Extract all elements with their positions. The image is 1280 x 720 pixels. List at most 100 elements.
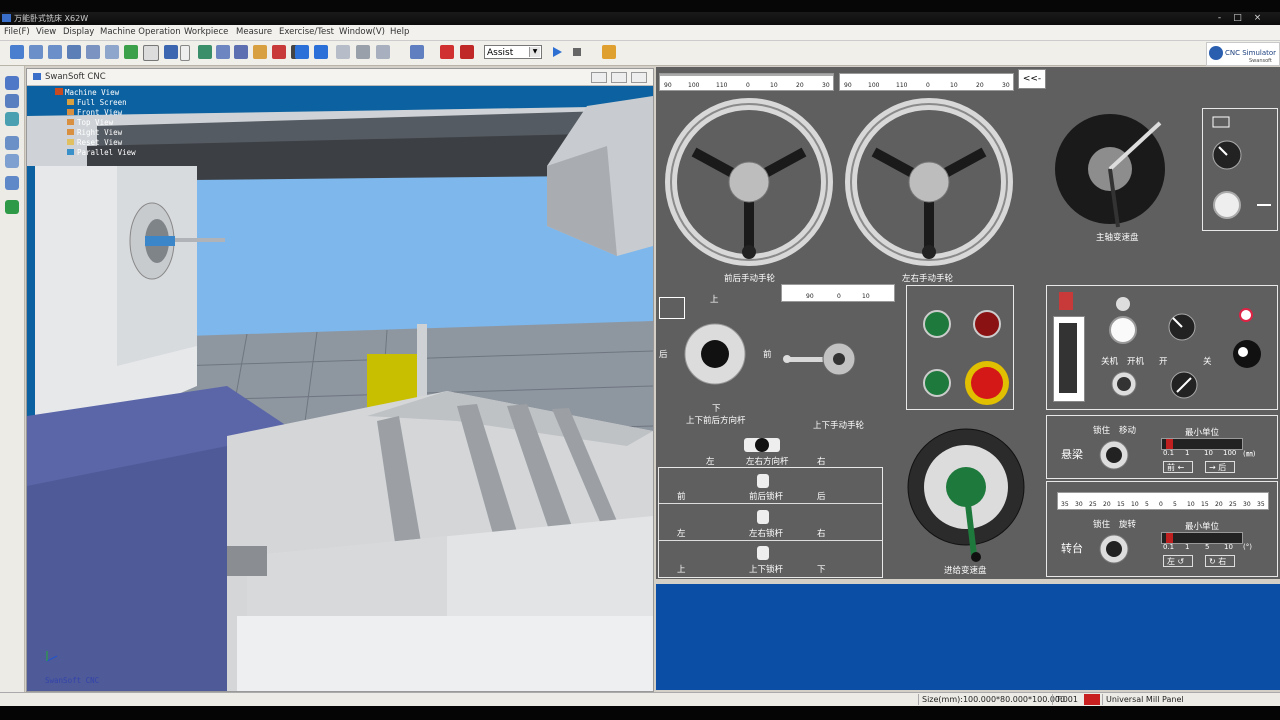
monitor-icon[interactable] [5, 136, 19, 150]
lock-row-3-switch[interactable] [757, 546, 769, 560]
menu-machine-operation[interactable]: Machine Operation [100, 27, 181, 37]
tree-item-reset-view[interactable]: Reset View [67, 138, 122, 147]
new-file-icon[interactable] [10, 45, 24, 59]
spindle-speed-dial[interactable] [1048, 107, 1178, 237]
menu-window[interactable]: Window(V) [339, 27, 385, 37]
feed-start-button[interactable] [922, 369, 948, 395]
light-switch-knob[interactable] [1169, 370, 1199, 400]
viewport-minimize-button[interactable] [591, 72, 607, 83]
left-right-handwheel[interactable] [844, 97, 1014, 267]
turntable-left-button[interactable]: 左 ↺ [1163, 555, 1193, 567]
stop-square-icon[interactable] [570, 45, 584, 59]
play-icon[interactable] [550, 45, 564, 59]
panel-toggle-icon[interactable] [602, 45, 616, 59]
flag-red-2-icon[interactable] [460, 45, 474, 59]
lock-row-2-switch[interactable] [757, 510, 769, 524]
power-box: 关机 开机 开 关 [1046, 285, 1278, 410]
leftright-lever[interactable] [742, 435, 782, 455]
beam-unit-2: 1 [1185, 449, 1190, 457]
lever-right-label: 右 [817, 457, 826, 467]
scale-tick: 30 [822, 82, 830, 89]
zoom-window-icon[interactable] [67, 45, 81, 59]
cube-blue-icon[interactable] [295, 45, 309, 59]
feed-speed-dial[interactable] [904, 425, 1028, 565]
beam-unit-1: 0.1 [1163, 449, 1175, 457]
brush-icon[interactable] [216, 45, 230, 59]
power-key-switch[interactable] [1110, 370, 1138, 398]
coolant-pump-knob[interactable] [1167, 312, 1197, 342]
turntable-right-button[interactable]: ↻ 右 [1205, 555, 1235, 567]
direction-switch-knob[interactable] [1229, 334, 1265, 374]
eraser-icon[interactable] [376, 45, 390, 59]
globe-view-icon[interactable] [5, 154, 19, 168]
mode-select[interactable]: Assist ▼ [484, 45, 542, 59]
status-bar: Size(mm):100.000*80.000*100.000 T:001 Un… [0, 692, 1280, 707]
edit-icon[interactable] [5, 112, 19, 126]
main-switch[interactable] [1053, 316, 1085, 402]
beam-back-button[interactable]: → 后 [1205, 461, 1235, 473]
menu-display[interactable]: Display [63, 27, 94, 37]
zoom-fit-icon[interactable] [86, 45, 100, 59]
menu-exercise-test[interactable]: Exercise/Test [279, 27, 334, 37]
mill-control-panel: 90 100 110 0 10 20 30 90 100 110 0 10 20… [656, 67, 1280, 579]
cube-blue-2-icon[interactable] [314, 45, 328, 59]
tree-root[interactable]: Machine View [55, 88, 119, 97]
machine-3d-scene[interactable]: Machine View Full Screen Front View Top … [27, 86, 653, 691]
emergency-stop-button[interactable] [964, 360, 1008, 404]
flag-red-icon[interactable] [440, 45, 454, 59]
handwheel-front-back-label: 前后手动手轮 [724, 274, 776, 284]
pan-icon[interactable] [105, 45, 119, 59]
earth-icon[interactable] [5, 200, 19, 214]
logo-subtitle: Swansoft [1249, 58, 1272, 64]
probe-icon[interactable] [356, 45, 370, 59]
select-box-icon[interactable] [143, 45, 159, 61]
menu-workpiece[interactable]: Workpiece [184, 27, 228, 37]
menu-view[interactable]: View [36, 27, 56, 37]
maximize-button[interactable]: □ [1232, 13, 1243, 23]
updown-handwheel-crank[interactable] [781, 339, 861, 379]
beam-front-button[interactable]: 前 ← [1163, 461, 1193, 473]
lock-row-3-name: 上下锁杆 [749, 565, 784, 575]
iso-view-icon[interactable] [5, 76, 19, 90]
view-cube-icon[interactable] [164, 45, 178, 59]
rewind-icon[interactable] [234, 45, 248, 59]
machine-3d-window: SwanSoft CNC Machine View Full Screen Fr… [26, 68, 654, 692]
updown-frontback-lever[interactable] [682, 321, 748, 387]
menu-help[interactable]: Help [390, 27, 409, 37]
beam-lock-knob[interactable] [1097, 438, 1131, 472]
dropdown-arrow-icon[interactable] [180, 45, 190, 61]
front-view-icon[interactable] [5, 94, 19, 108]
tree-item-parallel-view[interactable]: Parallel View [67, 148, 136, 157]
tree-item-right-view[interactable]: Right View [67, 128, 122, 137]
collapse-panel-button[interactable]: <<- [1018, 69, 1046, 89]
left-tool-strip [0, 66, 25, 692]
power-button[interactable] [1105, 294, 1141, 344]
turntable-right-label: 右 [1218, 557, 1227, 566]
pointer-icon[interactable] [410, 45, 424, 59]
lock-row-1-switch[interactable] [757, 474, 769, 488]
zoom-out-icon[interactable] [48, 45, 62, 59]
spindle-start-button[interactable] [922, 310, 948, 336]
spindle-stop-button[interactable] [972, 310, 998, 336]
turntable-min-unit-label: 最小单位 [1185, 522, 1220, 532]
tree-item-top-view[interactable]: Top View [67, 118, 113, 127]
close-button[interactable]: × [1252, 13, 1263, 23]
minimize-button[interactable]: - [1214, 13, 1225, 23]
turntable-lock-knob[interactable] [1097, 532, 1131, 566]
tree-item-front-view[interactable]: Front View [67, 108, 122, 117]
menu-file[interactable]: File(F) [4, 27, 30, 37]
rotate-view-icon[interactable] [124, 45, 138, 59]
record-icon[interactable] [272, 45, 286, 59]
menu-measure[interactable]: Measure [236, 27, 272, 37]
measure-icon[interactable] [336, 45, 350, 59]
magnifier-icon[interactable] [5, 176, 19, 190]
indicator-lamp-icon [1239, 308, 1253, 322]
viewport-restore-button[interactable] [611, 72, 627, 83]
viewport-close-button[interactable] [631, 72, 647, 83]
zoom-in-icon[interactable] [29, 45, 43, 59]
settings-icon[interactable] [253, 45, 267, 59]
front-back-handwheel[interactable] [664, 97, 834, 267]
lever-down-label: 下 [712, 404, 721, 414]
tool-icon[interactable] [198, 45, 212, 59]
tree-item-full-screen[interactable]: Full Screen [67, 98, 127, 107]
